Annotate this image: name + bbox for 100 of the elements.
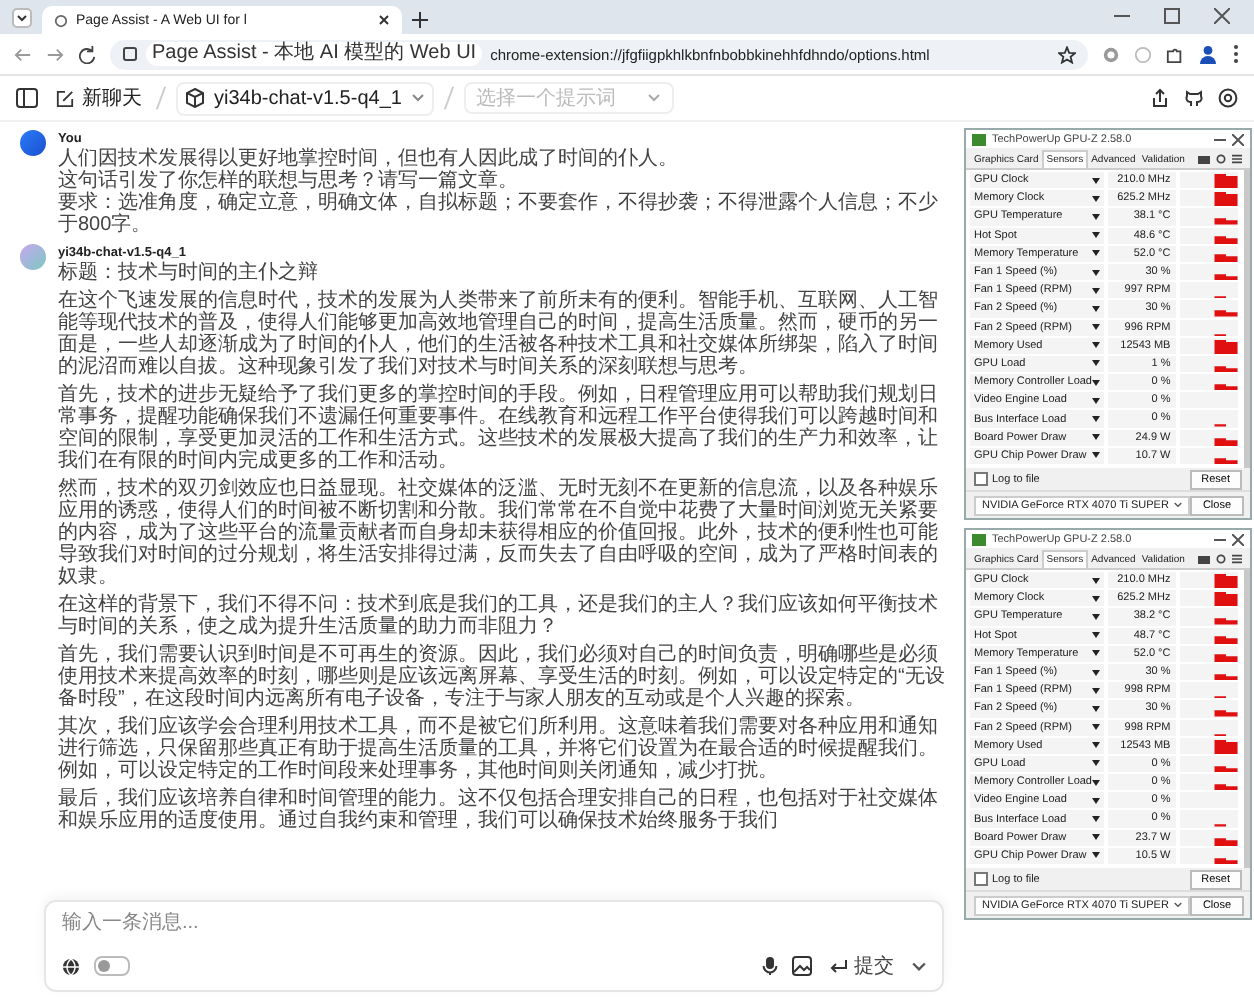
image-icon[interactable] (792, 956, 812, 976)
sensor-graph (1180, 227, 1238, 244)
dropdown-arrow-icon (1092, 595, 1101, 602)
reload-icon[interactable] (78, 45, 96, 63)
camera-icon[interactable] (1198, 554, 1210, 564)
dropdown-arrow-icon (1092, 213, 1101, 220)
sensor-graph (1180, 700, 1238, 717)
sensor-graph (1180, 374, 1238, 391)
message-paragraph: 其次，我们应该学会合理利用技术工具，而不是被它们所利用。这意味着我们需要对各种应用和通知进行筛选，只保留那些真正有助于提高生活质量的工具，并将它们设置为在最合适的时候提醒我们。例如，可以设定特定的工作时间段来处理事务，其他时间则关闭通知，减少打扰。 (58, 716, 940, 782)
avatar (20, 130, 46, 156)
sensor-graph (1180, 645, 1238, 662)
sensor-graph (1180, 755, 1238, 773)
maximize-icon[interactable] (1164, 8, 1180, 24)
dropdown-arrow-icon (1092, 669, 1101, 676)
edit-icon (56, 89, 74, 107)
dropdown-arrow-icon (1092, 324, 1101, 331)
app-icon (972, 133, 986, 145)
page-icon (54, 13, 68, 27)
avatar (20, 244, 46, 270)
dropdown-arrow-icon (1092, 269, 1101, 276)
dropdown-arrow-icon (1092, 342, 1101, 349)
checkbox[interactable] (974, 472, 988, 486)
app-icon (972, 533, 986, 545)
forward-arrow-icon[interactable] (46, 45, 64, 63)
close-icon[interactable] (1214, 8, 1230, 24)
message-paragraph: 最后，我们应该培养自律和时间管理的能力。这不仅包括合理安排自己的日程，也包括对于社交媒体和娱乐应用的适度使用。通过自我约束和管理，我们可以确保技术始终服务于我们 (58, 788, 940, 832)
checkbox[interactable] (974, 872, 988, 886)
dropdown-arrow-icon (1092, 434, 1101, 441)
close-icon[interactable] (1232, 533, 1244, 545)
dropdown-arrow-icon (1092, 613, 1101, 620)
chevron-down-icon[interactable] (912, 961, 926, 971)
close-icon[interactable] (378, 14, 390, 26)
message-paragraph: 人们因技术发展得以更好地掌控时间，但也有人因此成了时间的仆人。 (58, 148, 680, 170)
kebab-menu-icon[interactable] (1232, 44, 1240, 64)
sensor-graph (1180, 282, 1238, 299)
menu-icon[interactable] (1232, 154, 1242, 164)
sensor-graph (1180, 190, 1238, 207)
profile-icon[interactable] (1198, 44, 1218, 64)
tab-search-caret-icon[interactable] (12, 8, 32, 28)
dropdown-arrow-icon (1092, 742, 1101, 749)
sensor-graph (1180, 608, 1238, 626)
dropdown-arrow-icon (1092, 760, 1101, 767)
microphone-icon[interactable] (762, 956, 778, 976)
github-icon[interactable] (1184, 88, 1204, 108)
dropdown-arrow-icon (1092, 177, 1101, 184)
chevron-down-icon (1174, 502, 1183, 508)
new-chat-button[interactable]: 新聊天 (52, 82, 146, 114)
dropdown-arrow-icon (1092, 816, 1101, 823)
minimize-icon[interactable] (1214, 133, 1226, 145)
extension-icon (122, 46, 138, 62)
sensor-graph (1180, 590, 1238, 607)
puzzle-icon[interactable] (1166, 45, 1184, 63)
dropdown-arrow-icon (1092, 650, 1101, 657)
globe-icon[interactable] (62, 957, 80, 975)
submit-button[interactable]: 提交 (826, 952, 898, 980)
sensor-graph (1180, 208, 1238, 226)
sensor-graph (1180, 719, 1238, 736)
message-paragraph: 首先，我们需要认识到时间是不可再生的资源。因此，我们必须对自己的时间负责，明确哪些是必须使用技术来提高效率的时刻，哪些则是应该远离屏幕、享受生活的时刻。例如，可以设定特定的“无设备时段”，在这段时间内远离所有电子设备，专注于与家人朋友的互动或是个人兴趣的探索。 (58, 644, 947, 710)
sensor-graph (1180, 355, 1238, 373)
dropdown-arrow-icon (1092, 416, 1101, 423)
page-title-chip: Page Assist - 本地 AI 模型的 Web UI (146, 42, 483, 66)
model-select[interactable]: yi34b-chat-v1.5-q4_1 (176, 81, 434, 115)
back-arrow-icon[interactable] (14, 45, 32, 63)
chevron-down-icon (1174, 902, 1183, 908)
message-paragraph: 然而，技术的双刃剑效应也日益显现。社交媒体的泛滥、无时无刻不在更新的信息流，以及各种娱乐应用的诱惑，使得人们的时间被不断切割和分散。我们常常在不自觉中花费了大量时间浏览无关紧要的内容，成为了这些平台的流量贡献者而自身却未获得相应的价值回报。此外，技术的便利性也可能导致我们对时间的过分规划，将生活安排得过满，反而失去了自由呼吸的空间，成为了严格时间表的奴隶。 (58, 478, 940, 588)
message-paragraph: 在这样的背景下，我们不得不问：技术到底是我们的工具，还是我们的主人？我们应该如何平衡技术与时间的关系，使之成为提升生活质量的助力而非阻力？ (58, 594, 940, 638)
dropdown-arrow-icon (1092, 379, 1101, 386)
minimize-icon[interactable] (1214, 533, 1226, 545)
plus-icon[interactable] (412, 12, 428, 28)
sensor-graph (1180, 792, 1238, 809)
prompt-select[interactable]: 选择一个提示词 (463, 82, 674, 114)
sensor-graph (1180, 337, 1238, 354)
sensor-graph (1180, 663, 1238, 681)
dropdown-arrow-icon (1092, 797, 1101, 804)
close-icon[interactable] (1232, 133, 1244, 145)
message-paragraph: 在这个飞速发展的信息时代，技术的发展为人类带来了前所未有的便利。智能手机、互联网、人工智能等现代技术的普及，使得人们能够更加高效地管理自己的时间，提高生活质量。然而，硬币的另一面是，一些人却逐渐成为了时间的仆人，他们的生活被各种技术工具和社交媒体所绑架，陷入了时间的泥沼而难以自拔。这种现象引发了我们对技术与时间关系的深刻联想与思考。 (58, 290, 940, 378)
sensor-graph (1180, 627, 1238, 644)
dropdown-arrow-icon (1092, 452, 1101, 459)
dropdown-arrow-icon (1092, 852, 1101, 859)
dropdown-arrow-icon (1092, 724, 1101, 731)
chevron-down-icon (647, 94, 660, 102)
sensor-graph (1180, 410, 1238, 428)
sensor-graph (1180, 429, 1238, 446)
message-paragraph: 要求：选准角度，确定立意，明确文体，自拟标题；不要套作，不得抄袭；不得泄露个人信息；不少于800字。 (58, 192, 940, 236)
star-icon[interactable] (1058, 45, 1076, 63)
dropdown-arrow-icon (1092, 360, 1101, 367)
message-paragraph: 标题：技术与时间的主仆之辩 (58, 262, 320, 284)
share-icon[interactable] (1150, 88, 1170, 108)
cube-icon (186, 88, 204, 108)
dropdown-arrow-icon (1092, 834, 1101, 841)
dropdown-arrow-icon (1092, 779, 1101, 786)
message-paragraph: 这句话引发了你怎样的联想与思考？请写一篇文章。 (58, 170, 520, 192)
message-input[interactable]: 输入一条消息... 提交 (44, 900, 944, 992)
menu-icon[interactable] (1232, 554, 1242, 564)
sidebar-toggle-icon[interactable] (16, 88, 38, 108)
camera-icon[interactable] (1198, 154, 1210, 164)
toggle-switch[interactable] (94, 956, 130, 976)
sensor-graph (1180, 829, 1238, 846)
dropdown-arrow-icon (1092, 632, 1101, 639)
sensor-graph (1180, 300, 1238, 317)
